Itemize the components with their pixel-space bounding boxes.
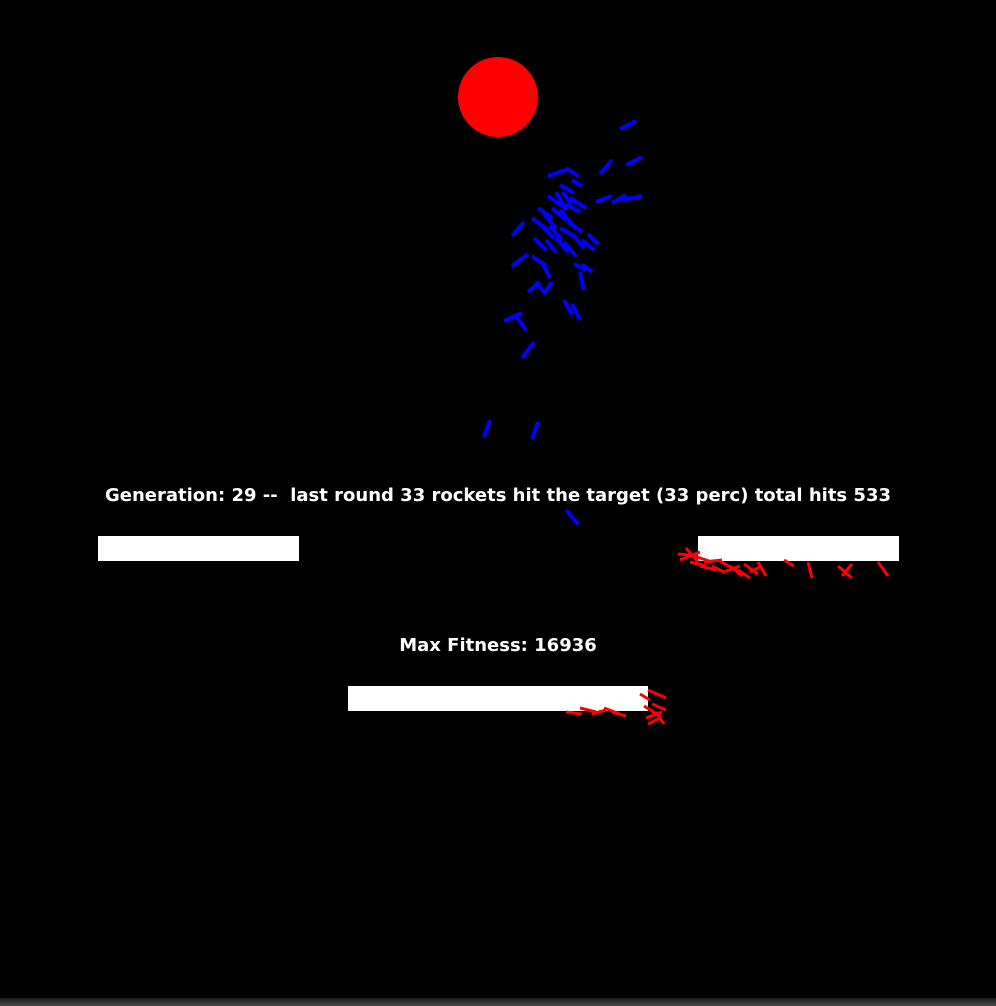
crashed-rocket-icon-19 bbox=[876, 561, 890, 577]
flying-rocket-icon-42 bbox=[570, 303, 582, 321]
flying-rocket-icon-44 bbox=[514, 314, 528, 332]
crashed-rocket-icon-26 bbox=[647, 688, 667, 700]
flying-rocket-icon-17 bbox=[595, 194, 613, 204]
target-circle-icon bbox=[458, 57, 538, 137]
window-bottom-edge bbox=[0, 998, 996, 1006]
obstacle-right bbox=[698, 536, 899, 561]
flying-rocket-icon-22 bbox=[559, 226, 575, 238]
crashed-rocket-icon-31 bbox=[647, 716, 661, 726]
crashed-rocket-icon-29 bbox=[651, 702, 667, 712]
flying-rocket-icon-6 bbox=[564, 166, 580, 178]
flying-rocket-icon-23 bbox=[566, 220, 584, 234]
flying-rocket-icon-1 bbox=[625, 155, 643, 167]
flying-rocket-icon-5 bbox=[547, 168, 567, 178]
flying-rocket-icon-41 bbox=[562, 299, 574, 315]
flying-rocket-icon-27 bbox=[510, 220, 526, 238]
obstacle-center bbox=[348, 686, 648, 711]
obstacle-left bbox=[98, 536, 299, 561]
flying-rocket-icon-47 bbox=[530, 421, 540, 440]
flying-rocket-icon-37 bbox=[578, 271, 586, 291]
flying-rocket-icon-40 bbox=[542, 280, 554, 296]
flying-rocket-icon-29 bbox=[544, 238, 558, 254]
flying-rocket-icon-0 bbox=[619, 119, 637, 131]
flying-rocket-icon-26 bbox=[586, 232, 600, 246]
flying-rocket-icon-7 bbox=[559, 183, 575, 195]
flying-rocket-icon-28 bbox=[532, 236, 548, 252]
crashed-rocket-icon-20 bbox=[565, 710, 583, 716]
flying-rocket-icon-48 bbox=[564, 508, 580, 526]
flying-rocket-icon-45 bbox=[520, 340, 536, 360]
flying-rocket-icon-8 bbox=[570, 178, 584, 188]
flying-rockets bbox=[482, 119, 643, 526]
crashed-rocket-icon-24 bbox=[611, 710, 627, 718]
flying-rocket-icon-2 bbox=[598, 158, 614, 176]
flying-rocket-icon-46 bbox=[482, 419, 492, 438]
crashed-rocket-icon-16 bbox=[806, 561, 814, 579]
flying-rocket-icon-32 bbox=[510, 252, 530, 268]
game-canvas bbox=[0, 0, 996, 1006]
